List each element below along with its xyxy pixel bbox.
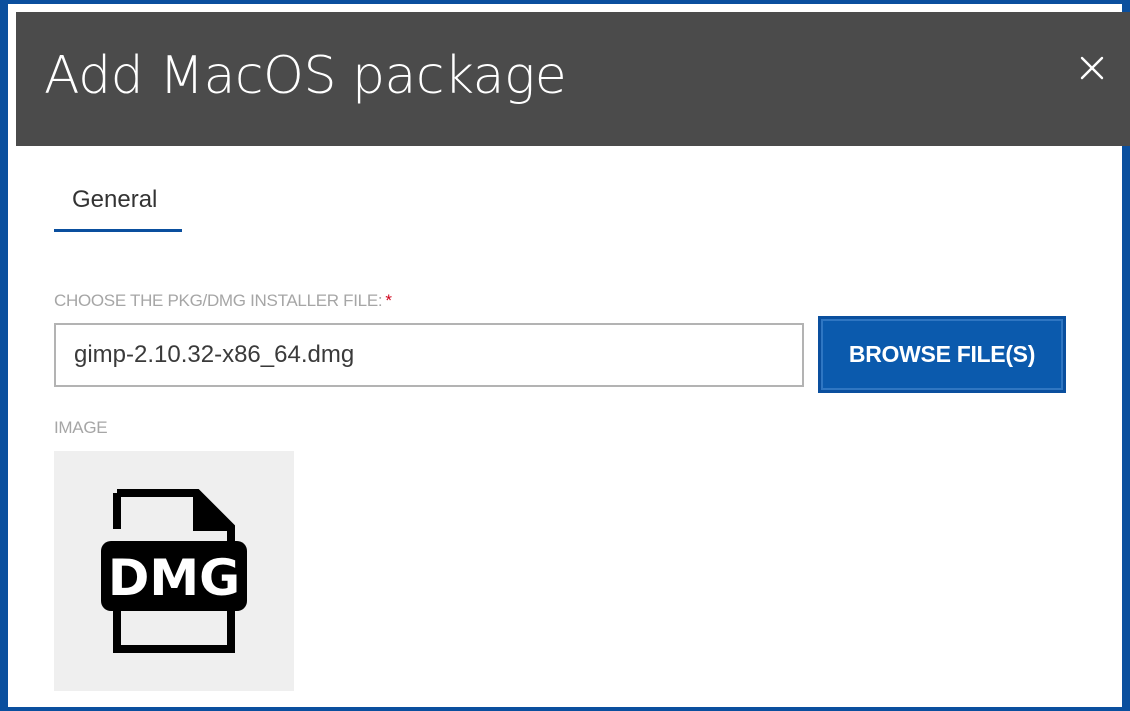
installer-label-text: CHOOSE THE PKG/DMG INSTALLER FILE: <box>54 291 383 310</box>
installer-file-input[interactable] <box>54 323 804 387</box>
image-field-label: IMAGE <box>54 418 108 437</box>
tab-general-label: General <box>72 186 158 213</box>
dmg-file-icon: DMG <box>101 489 247 653</box>
dialog-title: Add MacOS package <box>44 46 567 106</box>
tab-active-indicator <box>54 229 182 232</box>
close-button[interactable] <box>1076 52 1108 84</box>
dialog-header: Add MacOS package <box>16 12 1130 146</box>
installer-field-label: CHOOSE THE PKG/DMG INSTALLER FILE: * <box>54 291 392 311</box>
close-icon <box>1080 56 1104 80</box>
browse-files-button[interactable]: BROWSE FILE(S) <box>818 316 1066 393</box>
add-package-dialog: Add MacOS package General CHOOSE THE PKG… <box>0 0 1130 711</box>
required-mark: * <box>385 291 392 310</box>
package-image[interactable]: DMG <box>54 451 294 691</box>
tab-general[interactable]: General <box>54 176 182 232</box>
svg-text:DMG: DMG <box>108 549 240 607</box>
